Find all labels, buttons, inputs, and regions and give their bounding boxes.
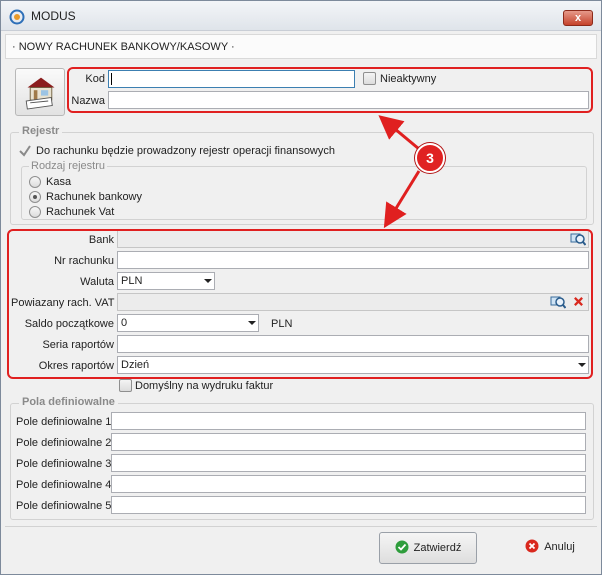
seria-label: Seria raportów [42,339,114,351]
pole-3-input[interactable] [111,454,586,472]
window-close-button[interactable]: x [563,10,593,26]
waluta-label: Waluta [80,276,114,288]
okres-label: Okres raportów [38,360,114,372]
domyslny-checkbox[interactable] [119,379,132,392]
pole-2-input[interactable] [111,433,586,451]
nazwa-input[interactable] [108,91,589,109]
saldo-label: Saldo początkowe [24,318,114,330]
bank-input[interactable] [117,230,589,248]
pole-5-input[interactable] [111,496,586,514]
okres-chevron-down-icon [578,363,586,367]
okres-select[interactable]: Dzień [117,356,589,374]
rodzaj-rejestru-title: Rodzaj rejestru [29,160,107,172]
nieaktywny-label: Nieaktywny [380,73,437,85]
nr-rachunku-label: Nr rachunku [54,255,114,267]
radio-kasa[interactable] [29,176,41,188]
kod-input[interactable] [108,70,355,88]
domyslny-label: Domyślny na wydruku faktur [135,380,274,392]
kod-text-cursor [111,73,112,85]
saldo-currency: PLN [271,318,293,330]
check-circle-icon [395,540,409,554]
window-title: MODUS [31,9,76,23]
app-logo-icon [9,9,25,25]
okres-value: Dzień [121,359,150,371]
rejestr-checkmark-icon[interactable] [18,144,32,158]
radio-kasa-label: Kasa [46,176,72,188]
account-icon-button[interactable] [15,68,65,116]
nr-rachunku-input[interactable] [117,251,589,269]
powiazany-input[interactable] [117,293,589,311]
zatwierdz-button[interactable]: Zatwierdź [379,532,477,564]
anuluj-label: Anuluj [544,541,575,553]
pola-title: Pola definiowalne [19,396,118,408]
nieaktywny-checkbox[interactable] [363,72,376,85]
cancel-circle-icon [525,539,539,553]
pole-4-label: Pole definiowalne 4 [16,479,112,491]
pole-5-label: Pole definiowalne 5 [16,500,112,512]
bank-house-icon [25,77,55,110]
powiazany-clear-icon[interactable] [573,296,584,307]
pole-4-input[interactable] [111,475,586,493]
radio-rachunek-vat[interactable] [29,206,41,218]
kod-label: Kod [85,73,105,85]
pole-1-input[interactable] [111,412,586,430]
title-bar: MODUS x [1,1,601,31]
pole-1-label: Pole definiowalne 1 [16,416,112,428]
zatwierdz-label: Zatwierdź [413,542,462,554]
rejestr-checkbox-label: Do rachunku będzie prowadzony rejestr op… [36,145,335,157]
seria-input[interactable] [117,335,589,353]
form-header: · NOWY RACHUNEK BANKOWY/KASOWY · [5,34,597,59]
radio-rachunek-bankowy[interactable] [29,191,41,203]
dialog-window: MODUS x · NOWY RACHUNEK BANKOWY/KASOWY ·… [0,0,602,575]
annotation-badge: 3 [415,143,445,173]
radio-rachunek-vat-label: Rachunek Vat [46,206,115,218]
saldo-value: 0 [121,317,128,329]
saldo-chevron-down-icon [248,321,256,325]
form-header-text: · NOWY RACHUNEK BANKOWY/KASOWY · [12,41,235,53]
nazwa-label: Nazwa [71,95,105,107]
powiazany-search-icon[interactable] [550,294,566,310]
saldo-select[interactable]: 0 [117,314,259,332]
waluta-value: PLN [121,275,143,287]
anuluj-button[interactable]: Anuluj [505,532,595,564]
footer-divider [5,526,597,527]
rejestr-title: Rejestr [19,125,63,137]
powiazany-label: Powiazany rach. VAT [11,297,115,309]
bank-search-icon[interactable] [570,231,586,247]
waluta-select[interactable]: PLN [117,272,215,290]
waluta-chevron-down-icon [204,279,212,283]
pole-2-label: Pole definiowalne 2 [16,437,112,449]
radio-rachunek-bankowy-label: Rachunek bankowy [46,191,143,203]
pole-3-label: Pole definiowalne 3 [16,458,112,470]
bank-label: Bank [88,234,114,246]
